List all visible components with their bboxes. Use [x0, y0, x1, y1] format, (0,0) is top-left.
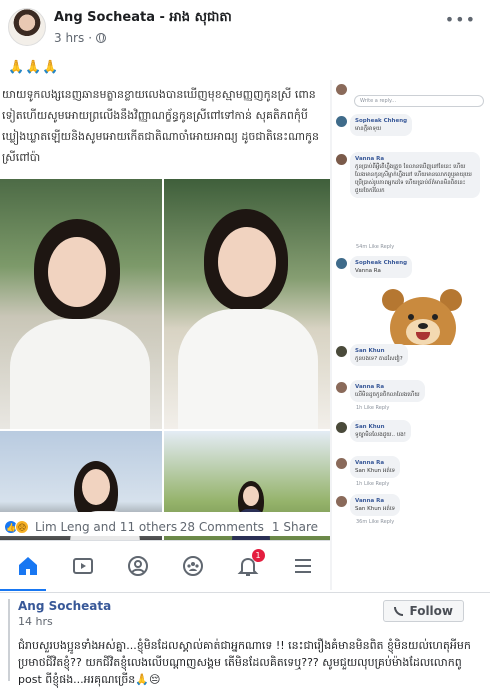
- commenter-avatar: [336, 346, 347, 357]
- commenter-avatar: [336, 116, 347, 127]
- post-time[interactable]: 3 hrs: [54, 31, 84, 45]
- app-bottom-nav: 1: [0, 540, 330, 591]
- commenter-name: San Khun: [355, 348, 385, 354]
- face-shape: [82, 469, 110, 505]
- reaction-icons: 👍 ☹: [4, 520, 29, 534]
- nav-notifications[interactable]: 1: [235, 548, 265, 579]
- comment-bubble: Vanna Ra លើមិនដូចកូនចិកលាលែងហើយ: [350, 380, 425, 402]
- face-shape: [218, 227, 276, 297]
- comment-actions: 1h Like Reply: [356, 405, 390, 411]
- engagement-counts: 28 Comments 1 Share: [180, 520, 318, 534]
- commenter-avatar: [336, 154, 347, 165]
- quote-bar: [8, 599, 10, 681]
- screenshot-post-text: យាយទូកលង្សនេញឆានមត្ខានខ្លាយលេងបានឃើញមុខស…: [2, 88, 320, 164]
- globe-icon: [96, 33, 107, 43]
- rss-icon: [394, 606, 404, 616]
- comment-body: ជំរាបសួរបងប្អូនទាំងអស់គ្នា...ខ្ញុំមិនដែល…: [18, 639, 471, 686]
- commenter-name: Sopheak Chheng: [355, 260, 408, 266]
- reactions-text: Lim Leng and 11 others: [35, 520, 178, 534]
- bear-sticker: [378, 287, 466, 345]
- nav-profile[interactable]: [125, 553, 151, 579]
- notification-badge: 1: [251, 548, 265, 562]
- comment-bubble: San Khun កូនបងទេ? តាដសែវៀ?: [350, 344, 408, 366]
- follow-button[interactable]: Follow: [383, 600, 464, 622]
- bear-nose: [418, 323, 428, 329]
- comments-count[interactable]: 28 Comments: [180, 520, 264, 534]
- comment-text: មានក្តីអាទុយ: [355, 126, 382, 132]
- commenter-name: Vanna Ra: [355, 460, 385, 466]
- commenter-avatar: [336, 258, 347, 269]
- photo-girl-2: [164, 179, 330, 429]
- follow-label: Follow: [409, 604, 453, 618]
- profile-icon: [127, 555, 148, 576]
- author-avatar[interactable]: [8, 8, 46, 46]
- comment-bubble: Vanna Ra San Khun អត់ទេ: [350, 456, 401, 478]
- nav-groups[interactable]: [180, 553, 206, 579]
- comment-text: San Khun អត់ទេ: [355, 468, 396, 474]
- comment-author-name[interactable]: Ang Socheata: [18, 599, 111, 613]
- screenshot-post-card: យាយទូកលង្សនេញឆានមត្ខានខ្លាយលេងបានឃើញមុខស…: [0, 80, 330, 591]
- comment-bubble: San Khun ទូច្បាមិនលែងជួយ.. បង!: [350, 420, 411, 442]
- shares-count[interactable]: 1 Share: [272, 520, 318, 534]
- commenter-name: Sopheak Chheng: [355, 118, 408, 124]
- comment-actions: 54m Like Reply: [356, 244, 395, 250]
- commenter-avatar: [336, 382, 347, 393]
- post-header: Ang Socheata - អាង សុជាតា 3 hrs · •••: [0, 0, 490, 58]
- comment-bubble: Vanna Ra កូនប្រាប់ពីអ្វីតើហ្នឹងគ្រួច ខែល…: [350, 152, 480, 198]
- comment-bubble: Sopheak Chheng មានក្តីអាទុយ: [350, 114, 413, 136]
- white-shirt-shape: [178, 309, 318, 429]
- post-caption: 🙏🙏🙏: [8, 60, 60, 75]
- groups-icon: [182, 555, 203, 576]
- sad-reaction-icon: ☹: [15, 520, 29, 534]
- reaction-bar: 👍 ☹ Lim Leng and 11 others 28 Comments 1…: [0, 512, 330, 536]
- comment-bubble: Sopheak Chheng Vanna Ra: [350, 256, 413, 278]
- author-comment: Ang Socheata 14 hrs Follow ជំរាបសួរបងប្អ…: [0, 592, 490, 697]
- white-shirt-shape: [10, 319, 150, 429]
- write-reply-input: Write a reply...: [354, 95, 484, 107]
- dot-separator: ·: [88, 31, 93, 45]
- more-options-icon[interactable]: •••: [445, 10, 476, 29]
- bear-eye: [432, 314, 438, 320]
- reactions-summary[interactable]: 👍 ☹ Lim Leng and 11 others: [4, 520, 177, 534]
- face-shape: [48, 237, 106, 307]
- comment-bubble: Vanna Ra San Khun អត់ទេ: [350, 494, 401, 516]
- post-meta: 3 hrs ·: [54, 31, 107, 45]
- comment-time[interactable]: 14 hrs: [18, 615, 53, 628]
- commenter-name: Vanna Ra: [355, 498, 385, 504]
- comment-text: លើមិនដូចកូនចិកលាលែងហើយ: [355, 392, 420, 398]
- bear-eye: [408, 314, 414, 320]
- commenter-name: Vanna Ra: [355, 384, 385, 390]
- nav-home[interactable]: [15, 553, 41, 579]
- comment-actions: 1h Like Reply: [356, 481, 390, 487]
- photo-girl-1: [0, 179, 162, 429]
- comment-text: កូនបងទេ? តាដសែវៀ?: [355, 356, 403, 362]
- screenshot-comments-panel: Write a reply... Sopheak Chheng មានក្តីអ…: [332, 80, 490, 590]
- home-icon: [18, 556, 37, 575]
- video-icon: [72, 557, 93, 574]
- comment-actions: 36m Like Reply: [356, 519, 395, 525]
- comment-text: ទូច្បាមិនលែងជួយ.. បង!: [355, 432, 406, 438]
- comment-text: កូនប្រាប់ពីអ្វីតើហ្នឹងគ្រួច ខែលានឃើញនៅខែ…: [355, 164, 472, 194]
- comment-text: San Khun អត់ទេ: [355, 506, 396, 512]
- menu-icon: [294, 558, 311, 573]
- commenter-avatar: [336, 496, 347, 507]
- post-author-name[interactable]: Ang Socheata - អាង សុជាតា: [54, 9, 232, 28]
- commenter-avatar: [336, 458, 347, 469]
- nav-menu[interactable]: [290, 553, 316, 579]
- commenter-name: San Khun: [355, 424, 385, 430]
- shared-screenshot-image[interactable]: យាយទូកលង្សនេញឆានមត្ខានខ្លាយលេងបានឃើញមុខស…: [0, 80, 490, 591]
- commenter-avatar: [336, 84, 347, 95]
- nav-watch[interactable]: [70, 553, 96, 579]
- nav-active-indicator: [0, 589, 46, 591]
- commenter-name: Vanna Ra: [355, 156, 385, 162]
- face-shape: [243, 486, 259, 506]
- commenter-avatar: [336, 422, 347, 433]
- comment-text: Vanna Ra: [355, 268, 381, 274]
